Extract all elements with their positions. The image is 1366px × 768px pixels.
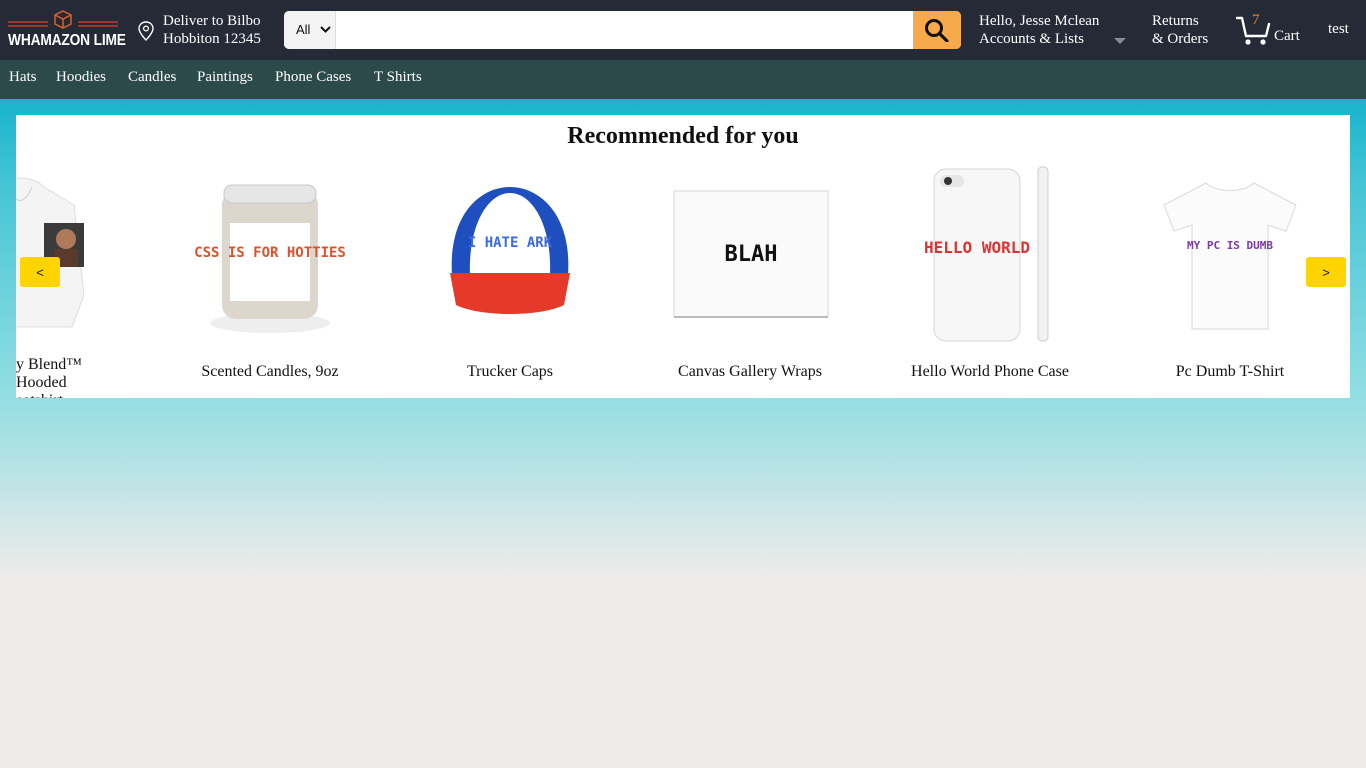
account-lists-menu[interactable]: Hello, Jesse Mclean Accounts & Lists — [979, 12, 1126, 48]
cart-label: Cart — [1274, 28, 1300, 44]
nav-t-shirts[interactable]: T Shirts — [374, 69, 422, 86]
cart-count-badge: 7 — [1252, 12, 1260, 28]
chevron-down-icon — [320, 26, 331, 33]
category-nav: Hats Hoodies Candles Paintings Phone Cas… — [0, 60, 1366, 99]
nav-hats[interactable]: Hats — [9, 69, 37, 86]
product-card-canvas[interactable]: BLAH Canvas Gallery Wraps — [630, 163, 870, 393]
logo-box-icon — [8, 10, 118, 29]
logo-text: WHAMAZON LIME — [8, 32, 126, 49]
t-shirt-image: MY PC IS DUMB — [1163, 182, 1297, 330]
carousel-next-button[interactable]: > — [1306, 257, 1346, 287]
user-menu[interactable]: test — [1328, 21, 1349, 38]
nav-candles[interactable]: Candles — [128, 69, 176, 86]
candle-print-text: CSS IS FOR HOTTIES — [194, 245, 346, 261]
top-header: WHAMAZON LIME Deliver to Bilbo Hobbiton … — [0, 0, 1366, 60]
product-card-cap[interactable]: I HATE ARK Trucker Caps — [390, 163, 630, 393]
nav-phone-cases[interactable]: Phone Cases — [275, 69, 351, 86]
caret-down-icon — [1114, 38, 1126, 44]
t-shirt-print-text: MY PC IS DUMB — [1187, 239, 1273, 252]
product-name: Trucker Caps — [466, 363, 554, 380]
candle-image: CSS IS FOR HOTTIES — [194, 184, 346, 333]
cart-button[interactable]: 7 Cart — [1236, 12, 1306, 48]
product-card-candle[interactable]: CSS IS FOR HOTTIES Scented Candles, 9oz — [150, 163, 390, 393]
site-logo[interactable]: WHAMAZON LIME — [8, 8, 126, 52]
product-card-phone-case[interactable]: HELLO WORLD Hello World Phone Case — [870, 163, 1110, 393]
account-greeting: Hello, Jesse Mclean — [979, 13, 1100, 29]
product-name: Canvas Gallery Wraps — [678, 363, 822, 380]
product-name: Hello World Phone Case — [911, 363, 1069, 380]
search-input[interactable] — [336, 11, 913, 49]
product-name-line-2: eatshirt — [16, 392, 136, 398]
returns-orders-link[interactable]: Returns & Orders — [1152, 12, 1208, 48]
search-bar: All — [284, 11, 961, 49]
deliver-line-1: Deliver to Bilbo — [163, 13, 261, 29]
search-category-value: All — [296, 22, 311, 37]
cap-print-text: I HATE ARK — [468, 235, 553, 251]
nav-hoodies[interactable]: Hoodies — [56, 69, 106, 86]
phone-case-image: HELLO WORLD — [924, 166, 1049, 342]
product-name: Scented Candles, 9oz — [201, 363, 339, 380]
search-category-select[interactable]: All — [284, 11, 336, 49]
carousel-prev-button[interactable]: < — [20, 257, 60, 287]
nav-paintings[interactable]: Paintings — [197, 69, 253, 86]
recommended-section: Recommended for you y Blend™ Hooded eats… — [16, 115, 1350, 398]
recommended-title: Recommended for you — [567, 123, 799, 149]
returns-line-1: Returns — [1152, 13, 1199, 29]
deliver-line-2: Hobbiton 12345 — [163, 31, 261, 47]
canvas-print-text: BLAH — [725, 242, 778, 267]
product-name-line-1: y Blend™ Hooded — [16, 356, 82, 391]
phone-case-print-text: HELLO WORLD — [924, 238, 1030, 257]
hoodie-image — [16, 177, 84, 328]
product-name: Pc Dumb T-Shirt — [1175, 363, 1285, 380]
search-icon — [925, 19, 949, 42]
search-button[interactable] — [913, 11, 961, 49]
account-lists-label: Accounts & Lists — [979, 31, 1084, 47]
trucker-cap-image: I HATE ARK — [450, 187, 570, 314]
location-pin-icon — [138, 21, 154, 41]
canvas-image: BLAH — [673, 190, 829, 318]
returns-line-2: & Orders — [1152, 31, 1209, 47]
